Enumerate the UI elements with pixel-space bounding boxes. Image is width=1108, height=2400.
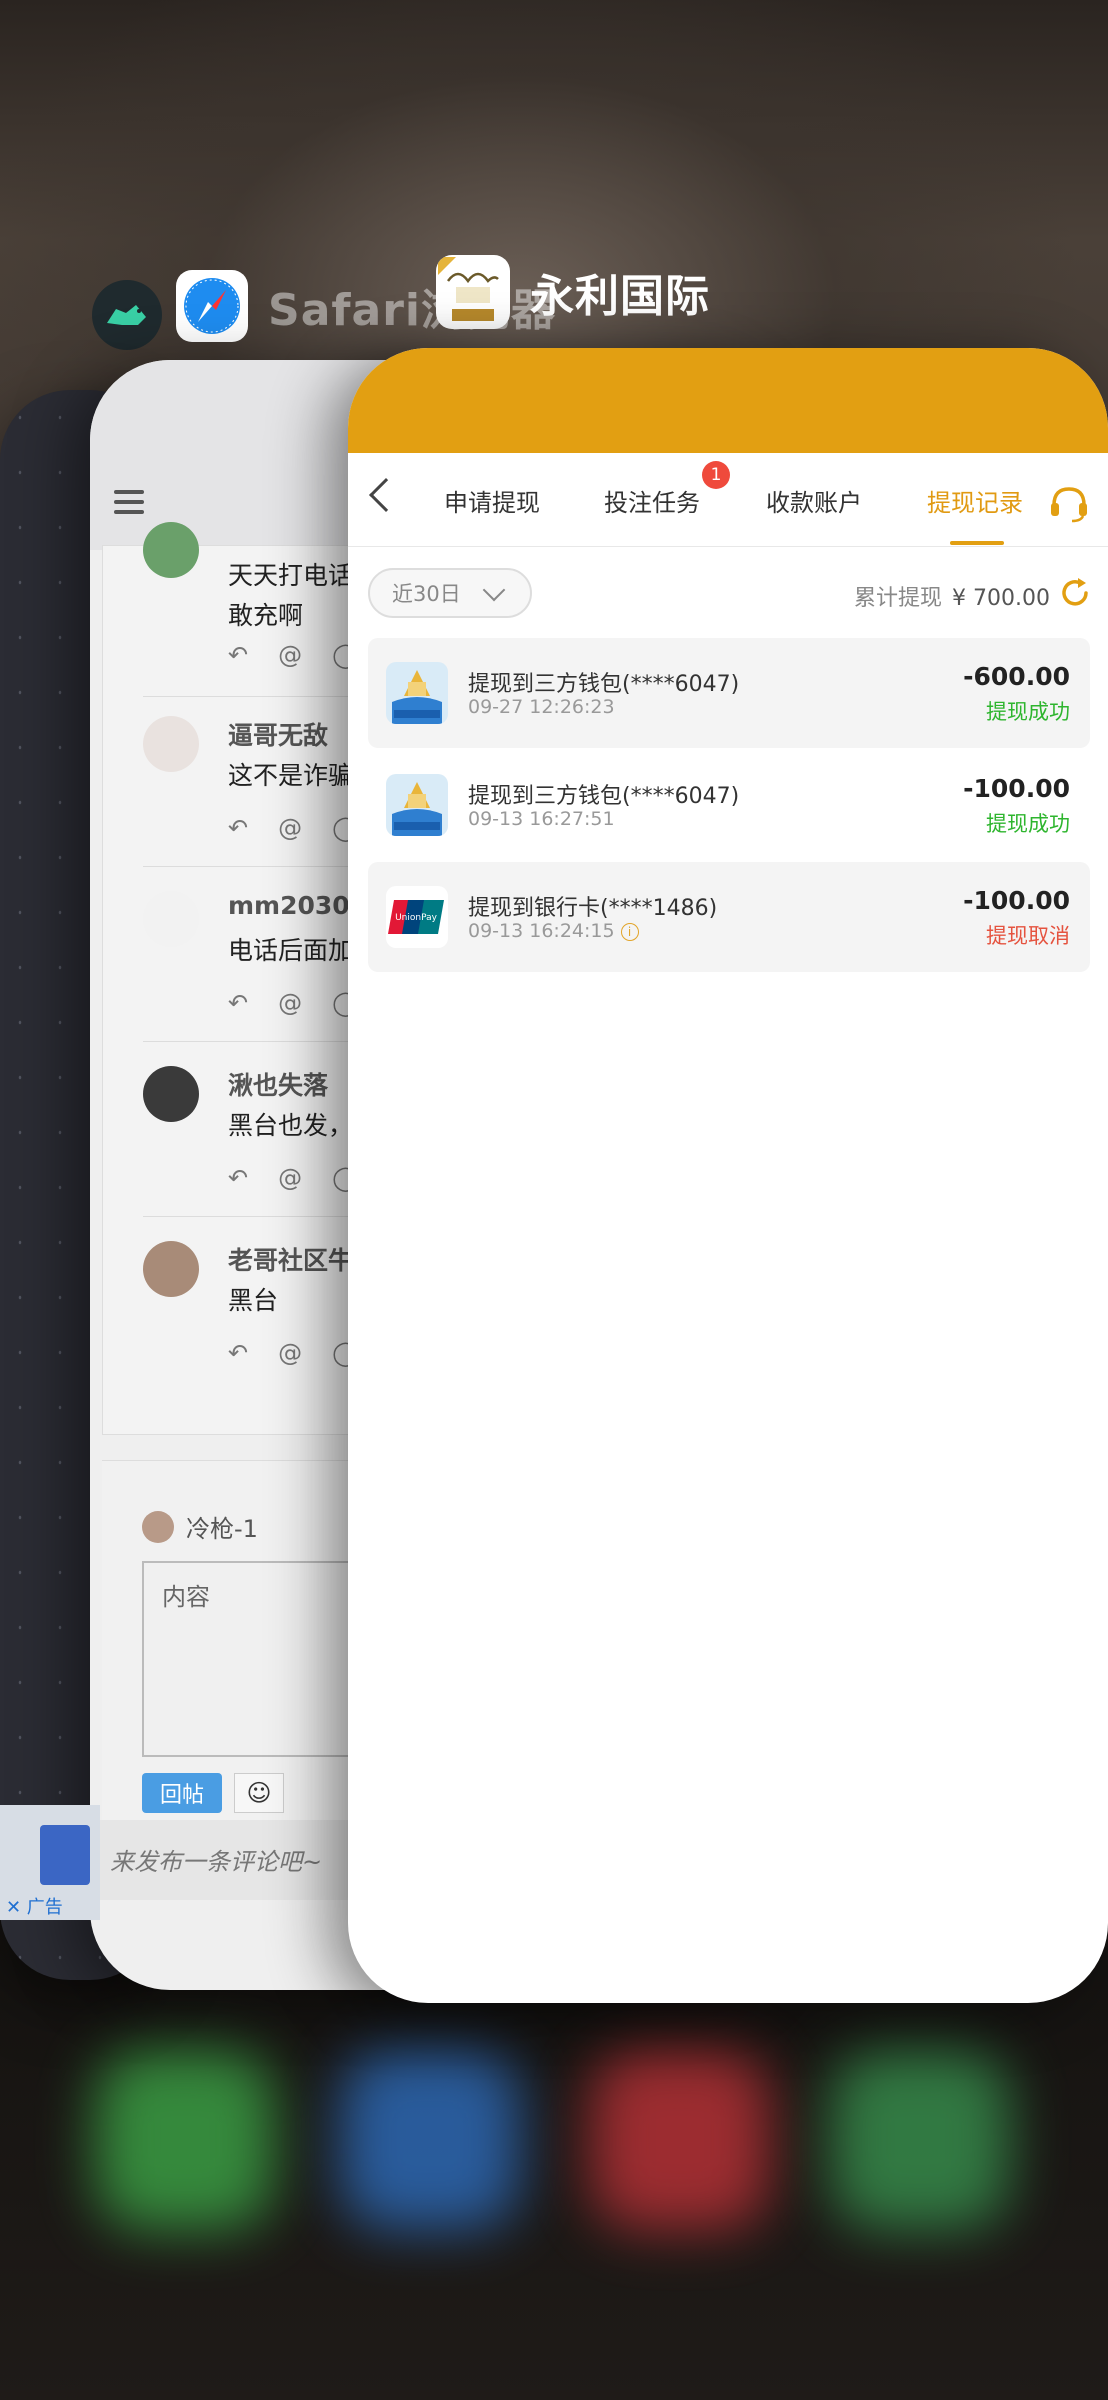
record-time: 09-27 12:26:23 — [468, 696, 615, 718]
record-status: 提现取消 — [986, 924, 1070, 948]
comment-author[interactable]: 逼哥无敌 — [228, 716, 328, 752]
record-time-value: 09-13 16:24:15 — [468, 920, 615, 942]
record-status: 提现成功 — [986, 812, 1070, 836]
reply-submit-button[interactable]: 回帖 — [142, 1773, 222, 1813]
avatar[interactable] — [143, 1241, 199, 1297]
avatar[interactable] — [143, 1066, 199, 1122]
reply-username: 冷枪-1 — [186, 1515, 258, 1543]
record-row[interactable]: UnionPay 提现到银行卡(****1486) 09-13 16:24:15… — [368, 862, 1090, 972]
tab-receiving-accounts[interactable]: 收款账户 — [766, 483, 862, 518]
app-header-tiger[interactable] — [92, 280, 162, 350]
total-value: ¥ 700.00 — [952, 586, 1050, 611]
date-range-select[interactable]: 近30日 — [368, 568, 532, 618]
active-tab-indicator — [950, 541, 1004, 545]
wynn-logo-icon — [436, 255, 510, 329]
total-withdrawn: 累计提现 ¥ 700.00 — [854, 580, 1050, 612]
record-title: 提现到三方钱包(****6047) — [468, 672, 740, 697]
comment-author[interactable]: 老哥社区牛 — [228, 1241, 353, 1277]
tab-withdraw-records[interactable]: 提现记录 — [927, 483, 1023, 518]
dock-phone-icon — [95, 2050, 275, 2230]
avatar[interactable] — [143, 522, 199, 578]
record-amount: -100.00 — [963, 774, 1070, 803]
record-row[interactable]: 提现到三方钱包(****6047) 09-13 16:27:51 -100.00… — [368, 750, 1090, 860]
unionpay-logo-icon: UnionPay — [386, 886, 448, 948]
total-label: 累计提现 — [854, 586, 943, 611]
emoji-button[interactable]: ☺ — [234, 1773, 284, 1813]
chevron-down-icon — [482, 578, 506, 602]
info-icon[interactable]: i — [620, 922, 639, 941]
record-row[interactable]: 提现到三方钱包(****6047) 09-27 12:26:23 -600.00… — [368, 638, 1090, 748]
svg-text:UnionPay: UnionPay — [395, 913, 438, 923]
record-amount: -100.00 — [963, 886, 1070, 915]
app-card-wynn[interactable]: 申请提现 投注任务 1 收款账户 提现记录 近30日 累计提现 ¥ 700.00 — [348, 348, 1108, 2003]
tab-betting-tasks[interactable]: 投注任务 — [604, 483, 700, 518]
safari-compass-icon — [176, 270, 248, 342]
ad-close-label[interactable]: ✕ 广告 — [6, 1893, 63, 1919]
avatar[interactable] — [143, 891, 199, 947]
wallet-logo-icon — [386, 662, 448, 724]
tiger-app-icon — [92, 280, 162, 350]
record-time: 09-13 16:27:51 — [468, 808, 615, 830]
ad-image — [40, 1825, 90, 1885]
avatar[interactable] — [143, 716, 199, 772]
reply-user: 冷枪-1 — [142, 1509, 258, 1544]
record-title: 提现到三方钱包(****6047) — [468, 784, 740, 809]
comment-author[interactable]: 湫也失落 — [228, 1066, 328, 1102]
app-header-wynn[interactable]: 永利国际 — [436, 255, 710, 329]
wynn-app-title: 永利国际 — [530, 271, 710, 322]
menu-icon[interactable] — [114, 490, 144, 520]
record-amount: -600.00 — [963, 662, 1070, 691]
filter-row: 近30日 累计提现 ¥ 700.00 — [348, 568, 1108, 628]
date-range-value: 近30日 — [392, 582, 461, 606]
comment-text: 电话后面加v — [228, 936, 368, 965]
dock-messages-icon — [830, 2050, 1010, 2230]
comment-text: 黑台 — [228, 1286, 279, 1315]
record-title: 提现到银行卡(****1486) — [468, 896, 718, 921]
notification-badge: 1 — [702, 461, 730, 489]
refresh-icon[interactable] — [1058, 576, 1092, 610]
wallet-logo-icon — [386, 774, 448, 836]
avatar — [142, 1510, 174, 1543]
ad-banner[interactable]: ✕ 广告 — [0, 1805, 100, 1920]
dock-safari-icon — [340, 2050, 520, 2230]
status-bar — [348, 348, 1108, 453]
record-status: 提现成功 — [986, 700, 1070, 724]
tab-bar: 申请提现 投注任务 1 收款账户 提现记录 — [348, 453, 1108, 547]
record-time: 09-13 16:24:15 i — [468, 920, 639, 942]
back-icon[interactable] — [369, 478, 403, 512]
headset-support-icon[interactable] — [1048, 483, 1090, 523]
dock-app-icon — [590, 2050, 770, 2230]
tab-apply-withdraw[interactable]: 申请提现 — [444, 483, 540, 518]
